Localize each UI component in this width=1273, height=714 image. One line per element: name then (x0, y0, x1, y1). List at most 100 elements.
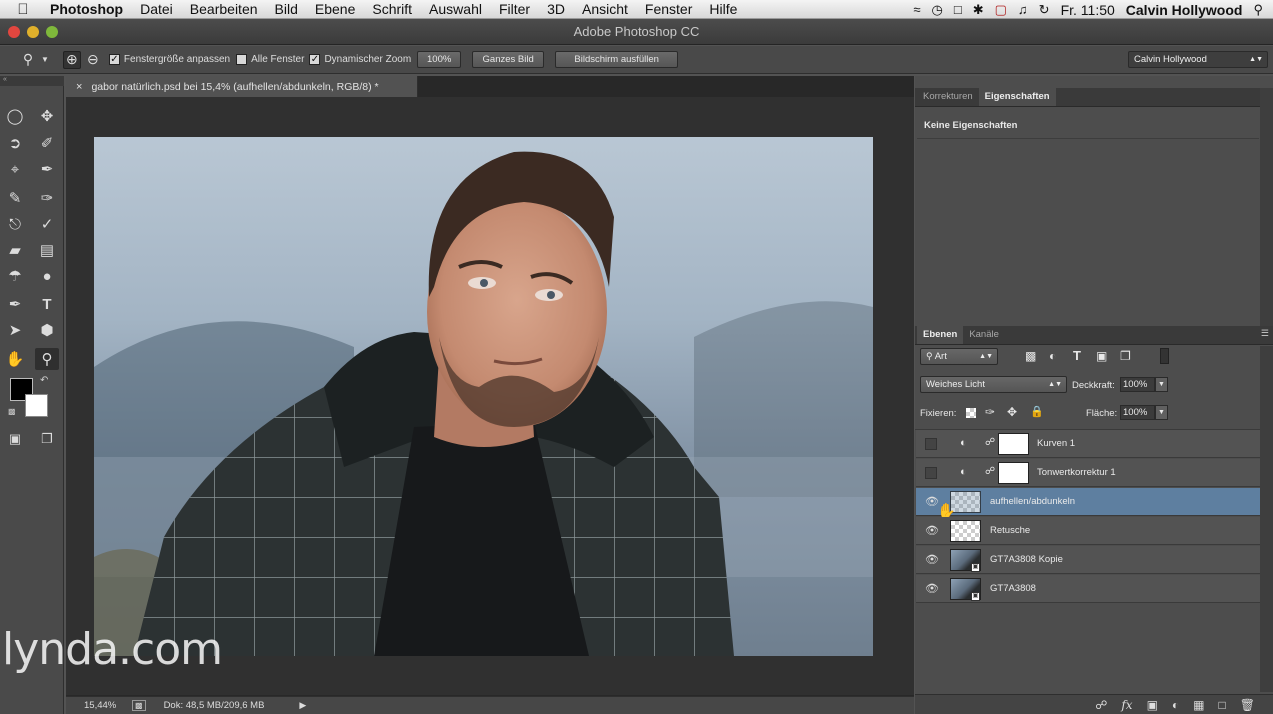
shape-tool-icon[interactable]: ⬢ (35, 319, 59, 341)
brush-tool-icon[interactable]: ✑ (35, 187, 59, 209)
status-menu-arrow-icon[interactable]: ▶ (299, 700, 306, 711)
document-tab[interactable]: × gabor natürlich.psd bei 15,4% (aufhell… (66, 76, 418, 97)
time-machine-icon[interactable]: ◷ (932, 2, 943, 18)
filter-smart-object-icon[interactable]: ❐ (1120, 349, 1131, 363)
new-layer-icon[interactable]: □ (1219, 698, 1226, 712)
zoom-out-icon[interactable]: ⊖ (83, 50, 103, 70)
filter-adjustment-icon[interactable]: ◐ (1049, 349, 1056, 363)
visibility-toggle[interactable] (925, 438, 937, 450)
menubar-clock[interactable]: Fr. 11:50 (1061, 2, 1115, 18)
fill-input[interactable]: 100% (1120, 405, 1155, 420)
blend-mode-select[interactable]: Weiches Licht ▲▼ (920, 376, 1067, 393)
close-document-icon[interactable]: × (76, 81, 82, 93)
healing-brush-icon[interactable]: ✎ (3, 187, 27, 209)
layer-row[interactable]: ◐ ☍ Tonwertkorrektur 1 (916, 459, 1260, 487)
layers-scrollbar[interactable] (1260, 346, 1273, 692)
layer-row[interactable]: 👁 Retusche (916, 517, 1260, 545)
zoom-tool-icon[interactable]: ⚲ (35, 348, 59, 370)
fx-icon[interactable]: fx (1121, 698, 1132, 712)
default-colors-icon[interactable]: ▩ (8, 407, 16, 416)
fill-screen-button[interactable]: Bildschirm ausfüllen (555, 51, 679, 68)
history-brush-icon[interactable]: ✓ (35, 213, 59, 235)
all-windows-checkbox[interactable] (236, 54, 248, 65)
close-window-button[interactable] (8, 26, 20, 38)
menu-3d[interactable]: 3D (547, 1, 565, 17)
tab-kanaele[interactable]: Kanäle (963, 326, 1005, 344)
menu-fenster[interactable]: Fenster (645, 1, 692, 17)
eraser-tool-icon[interactable]: ▰ (3, 239, 27, 261)
lock-transparent-icon[interactable] (966, 408, 976, 418)
eye-icon[interactable]: 👁 (922, 553, 942, 567)
opacity-input[interactable]: 100% (1120, 377, 1155, 392)
tab-eigenschaften[interactable]: Eigenschaften (978, 88, 1056, 106)
layer-row[interactable]: 👁 ▣ GT7A3808 Kopie (916, 546, 1260, 574)
filter-toggle[interactable] (1160, 348, 1169, 364)
wifi-icon[interactable]: ≈ (913, 2, 920, 17)
workspace-select[interactable]: Calvin Hollywood ▲▼ (1128, 51, 1268, 68)
zoom-tool-preset-icon[interactable]: ⚲ (18, 50, 38, 70)
document-photo[interactable] (94, 137, 873, 656)
menu-datei[interactable]: Datei (140, 1, 173, 17)
menu-schrift[interactable]: Schrift (372, 1, 412, 17)
menu-ebene[interactable]: Ebene (315, 1, 355, 17)
layer-thumbnail[interactable] (950, 520, 981, 542)
menu-filter[interactable]: Filter (499, 1, 530, 17)
chevron-down-icon[interactable]: ▼ (41, 55, 49, 64)
link-icon[interactable]: ☍ (985, 437, 995, 448)
lock-all-icon[interactable]: 🔒 (1030, 405, 1044, 418)
flag-icon[interactable]: ▢ (995, 2, 1007, 18)
move-tool-icon[interactable]: ✥ (35, 105, 59, 127)
zoom-in-icon[interactable]: ⊕ (62, 50, 81, 69)
gradient-tool-icon[interactable]: ▤ (35, 239, 59, 261)
fit-window-checkbox[interactable]: ✓ (108, 54, 120, 65)
collapse-icon[interactable]: « (0, 76, 64, 86)
opacity-dropdown-icon[interactable]: ▼ (1155, 377, 1168, 392)
hand-tool-icon[interactable]: ✋ (3, 348, 27, 370)
quick-selection-icon[interactable]: ✐ (35, 132, 59, 154)
filter-shape-icon[interactable]: ▣ (1096, 349, 1107, 363)
filter-type-icon[interactable]: T (1073, 348, 1081, 363)
type-tool-icon[interactable]: T (35, 293, 59, 315)
volume-icon[interactable]: ♫ (1018, 2, 1028, 17)
menu-auswahl[interactable]: Auswahl (429, 1, 482, 17)
layer-mask-thumbnail[interactable] (998, 433, 1029, 455)
lasso-tool-icon[interactable]: ➲ (3, 132, 27, 154)
menu-hilfe[interactable]: Hilfe (709, 1, 737, 17)
whole-image-button[interactable]: Ganzes Bild (472, 51, 545, 68)
layer-mask-thumbnail[interactable] (998, 462, 1029, 484)
filter-pixel-icon[interactable]: ▩ (1025, 349, 1036, 363)
blur-tool-icon[interactable]: ☂ (3, 265, 27, 287)
lock-position-icon[interactable]: ✥ (1007, 405, 1017, 419)
quick-mask-icon[interactable]: ▣ (3, 428, 27, 450)
bluetooth-icon[interactable]: ✱ (973, 2, 984, 18)
new-adjustment-icon[interactable]: ◐ (1172, 698, 1179, 712)
eye-icon[interactable]: 👁 (922, 582, 942, 596)
menu-ansicht[interactable]: Ansicht (582, 1, 628, 17)
layers-panel-menu-icon[interactable]: ☰ (1261, 328, 1269, 339)
layer-row[interactable]: 👁 ▣ GT7A3808 (916, 575, 1260, 603)
pen-tool-icon[interactable]: ✒ (3, 293, 27, 315)
zoom-100-button[interactable]: 100% (417, 51, 462, 68)
crop-tool-icon[interactable]: ⌖ (3, 158, 27, 180)
link-icon[interactable]: ☍ (985, 466, 995, 477)
menu-bild[interactable]: Bild (275, 1, 298, 17)
zoom-level[interactable]: 15,44% (84, 700, 132, 711)
spotlight-icon[interactable]: ⚲ (1253, 2, 1263, 18)
display-icon[interactable]: □ (954, 2, 962, 17)
tab-ebenen[interactable]: Ebenen (917, 326, 964, 344)
menubar-user[interactable]: Calvin Hollywood (1126, 2, 1243, 18)
menu-photoshop[interactable]: Photoshop (50, 1, 123, 17)
tab-korrekturen[interactable]: Korrekturen (917, 88, 979, 106)
dodge-tool-icon[interactable]: ● (35, 265, 59, 287)
dynamic-zoom-checkbox[interactable]: ✓ (309, 54, 321, 65)
lock-pixels-icon[interactable]: ✑ (985, 405, 995, 419)
layer-filter-select[interactable]: ⚲ Art ▲▼ (920, 348, 998, 365)
background-color-swatch[interactable] (25, 394, 48, 417)
clone-stamp-icon[interactable]: ⎋ (3, 213, 27, 235)
eye-icon[interactable]: 👁 (922, 524, 942, 538)
minimize-window-button[interactable] (27, 26, 39, 38)
layer-row[interactable]: ◐ ☍ Kurven 1 (916, 430, 1260, 458)
fill-dropdown-icon[interactable]: ▼ (1155, 405, 1168, 420)
apple-icon[interactable]:  (14, 1, 32, 18)
swap-colors-icon[interactable]: ↶ (40, 375, 48, 386)
